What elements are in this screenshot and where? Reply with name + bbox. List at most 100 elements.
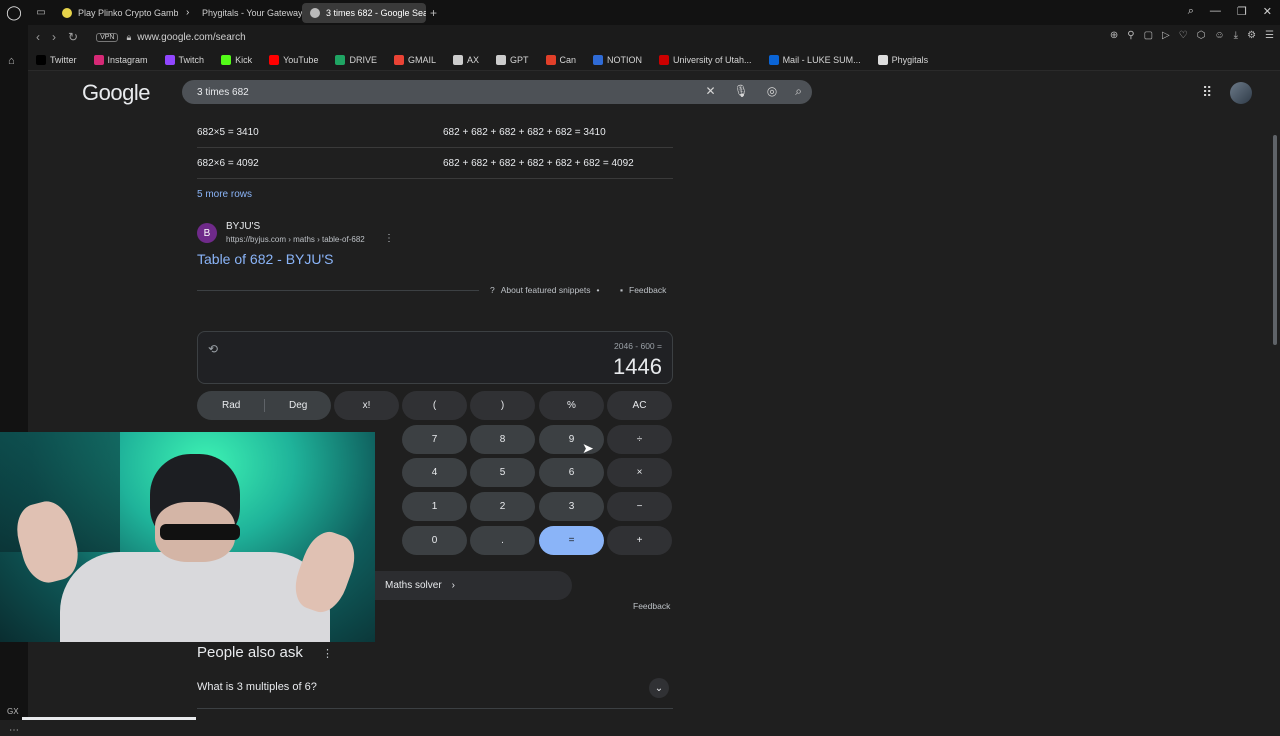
calculator-feedback-link[interactable]: Feedback — [633, 601, 670, 611]
result-title-link[interactable]: Table of 682 - BYJU'S — [197, 251, 334, 267]
calc-key-four[interactable]: 4 — [402, 458, 467, 487]
calc-key-decimal[interactable]: . — [470, 526, 535, 555]
settings-icon[interactable]: ⚙ — [1247, 30, 1256, 41]
bookmark-item[interactable]: YouTube — [269, 54, 319, 65]
bookmark-item[interactable]: GPT — [496, 54, 529, 65]
bookmark-item[interactable]: Instagram — [93, 54, 148, 65]
about-snippets-link[interactable]: ? About featured snippets • — [490, 285, 600, 295]
calc-key-divide[interactable]: ÷ — [607, 425, 672, 454]
url-field[interactable]: www.google.com/search — [137, 32, 245, 43]
calc-key-all-clear[interactable]: AC — [607, 391, 672, 420]
opera-logo-icon[interactable]: ◯ — [0, 0, 28, 25]
menu-icon[interactable]: ☰ — [1265, 30, 1274, 41]
feedback-icon: ▪ — [620, 285, 624, 295]
calc-key-percent[interactable]: % — [539, 391, 604, 420]
bookmark-item[interactable]: Twitter — [36, 54, 77, 65]
calc-key-open-paren[interactable]: ( — [402, 391, 467, 420]
calc-key-factorial[interactable]: x! — [334, 391, 399, 420]
more-rows-link[interactable]: 5 more rows — [197, 189, 252, 200]
table-row: 682×5 = 3410 682 + 682 + 682 + 682 + 682… — [197, 117, 673, 148]
bookmark-label: YouTube — [283, 54, 319, 65]
bookmark-item[interactable]: AX — [452, 54, 479, 65]
bookmark-item[interactable]: Kick — [221, 54, 252, 65]
heart-icon[interactable]: ♡ — [1179, 30, 1188, 41]
chevron-down-icon[interactable]: ⌄ — [649, 678, 669, 698]
bookmark-item[interactable]: GMAIL — [393, 54, 436, 65]
reload-icon[interactable]: ↻ — [68, 30, 78, 44]
snapshot-icon[interactable]: ▢ — [1144, 30, 1153, 41]
scrollbar[interactable] — [1273, 135, 1277, 345]
back-icon[interactable]: ‹ — [36, 30, 40, 44]
player-icon[interactable]: ▷ — [1162, 30, 1170, 41]
tab-google-search[interactable]: 3 times 682 - Google Search — [302, 2, 426, 23]
calc-key-equals[interactable]: = — [539, 526, 604, 555]
bookmark-item[interactable]: University of Utah... — [659, 54, 752, 65]
close-window-icon[interactable]: ✕ — [1263, 5, 1272, 18]
tab-plinko[interactable]: Play Plinko Crypto Gambling — [54, 3, 178, 23]
google-favicon-icon — [310, 7, 320, 18]
calc-key-six[interactable]: 6 — [539, 458, 604, 487]
calc-key-eight[interactable]: 8 — [470, 425, 535, 454]
google-logo[interactable]: Google — [82, 80, 150, 106]
drive-icon — [335, 54, 346, 65]
paa-question[interactable]: What is 3 multiples of 6? — [197, 681, 317, 693]
rad-deg-toggle[interactable]: Rad Deg — [197, 391, 331, 420]
calc-key-two[interactable]: 2 — [470, 492, 535, 521]
clear-icon[interactable]: ✕ — [705, 84, 715, 99]
feedback-link[interactable]: ▪ Feedback — [620, 285, 666, 295]
calc-key-zero[interactable]: 0 — [402, 526, 467, 555]
bookmark-item[interactable]: Twitch — [164, 54, 204, 65]
wallet-icon[interactable]: ⌂ — [8, 55, 15, 67]
more-options-icon[interactable]: ⋮ — [384, 233, 394, 244]
source-name[interactable]: BYJU'S — [226, 221, 260, 232]
bookmark-item[interactable]: Mail - LUKE SUM... — [768, 54, 861, 65]
vpn-badge[interactable]: VPN — [96, 32, 119, 42]
zoom-icon[interactable]: ⊕ — [1110, 30, 1118, 41]
search-tabs-icon[interactable]: ⌕ — [1188, 5, 1194, 18]
more-icon[interactable]: ⋯ — [9, 725, 19, 736]
apps-grid-icon[interactable]: ⠿ — [1202, 84, 1212, 101]
more-options-icon[interactable]: ⋮ — [322, 647, 333, 660]
avatar[interactable] — [1230, 82, 1252, 104]
lock-icon[interactable]: 🔒︎ — [126, 32, 131, 43]
calc-key-five[interactable]: 5 — [470, 458, 535, 487]
webcam-sunglasses — [160, 524, 240, 540]
search-input[interactable]: 3 times 682 ✕ 🎙︎ ◎ ⌕ — [182, 80, 812, 104]
search-query[interactable]: 3 times 682 — [197, 87, 249, 98]
new-tab-button[interactable]: + — [430, 6, 437, 20]
bookmark-item[interactable]: Phygitals — [877, 54, 928, 65]
source-url[interactable]: https://byjus.com › maths › table-of-682 — [226, 235, 365, 244]
bookmark-label: NOTION — [607, 54, 643, 65]
calc-key-plus[interactable]: + — [607, 526, 672, 555]
calc-key-seven[interactable]: 7 — [402, 425, 467, 454]
pin-icon[interactable]: ⚲ — [1127, 30, 1134, 41]
calculator-display: ⟲ 2046 - 600 = 1446 — [197, 331, 673, 384]
search-icon[interactable]: ⌕ — [795, 84, 802, 99]
rad-button[interactable]: Rad — [222, 400, 240, 411]
extensions-icon[interactable]: ⬡ — [1197, 30, 1206, 41]
history-icon[interactable]: ⟲ — [208, 342, 218, 356]
lens-icon[interactable]: ◎ — [767, 84, 777, 99]
bookmark-item[interactable]: NOTION — [593, 54, 643, 65]
gx-label[interactable]: GX — [7, 707, 19, 716]
deg-button[interactable]: Deg — [289, 400, 307, 411]
calc-key-three[interactable]: 3 — [539, 492, 604, 521]
calc-key-close-paren[interactable]: ) — [470, 391, 535, 420]
tab-phygitals[interactable]: › Phygitals - Your Gateway — [178, 3, 302, 23]
address-bar: ‹ › ↻ VPN 🔒︎ www.google.com/search ⊕ ⚲ ▢… — [28, 25, 1280, 49]
workspaces-icon[interactable]: ▭ — [28, 7, 54, 18]
forward-icon[interactable]: › — [52, 30, 56, 44]
kick-icon — [221, 54, 232, 65]
profile-icon[interactable]: ☺ — [1214, 30, 1224, 41]
bookmark-item[interactable]: Can — [545, 54, 576, 65]
calc-key-nine[interactable]: 9 — [539, 425, 604, 454]
calc-key-minus[interactable]: − — [607, 492, 672, 521]
calc-key-multiply[interactable]: × — [607, 458, 672, 487]
calc-key-one[interactable]: 1 — [402, 492, 467, 521]
restore-icon[interactable]: ❐ — [1237, 5, 1247, 18]
bookmark-item[interactable]: DRIVE — [335, 54, 377, 65]
download-icon[interactable]: ⤓ — [1234, 30, 1238, 41]
byjus-icon[interactable]: B — [197, 223, 217, 243]
mic-icon[interactable]: 🎙︎ — [734, 84, 749, 99]
minimize-icon[interactable]: — — [1210, 5, 1221, 18]
